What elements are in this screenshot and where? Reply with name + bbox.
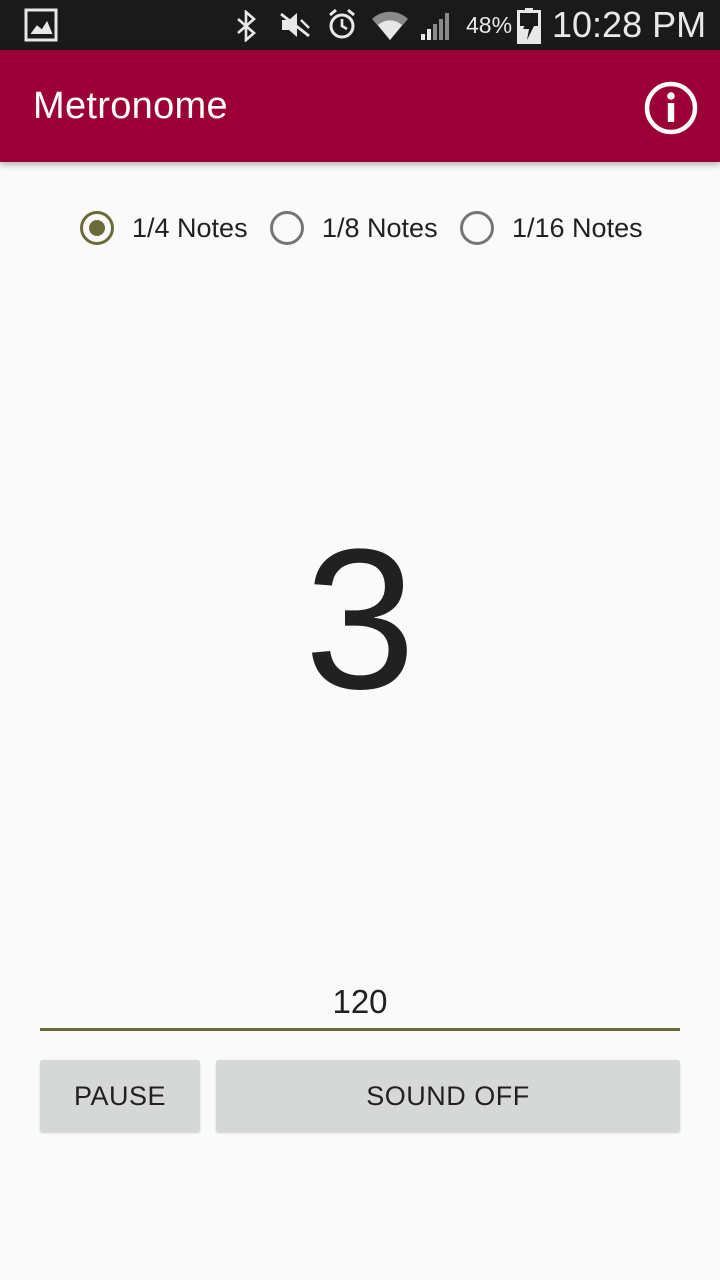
radio-sixteenth-notes[interactable]: 1/16 Notes	[460, 200, 643, 256]
radio-button-checked-icon[interactable]	[80, 211, 114, 245]
radio-label: 1/16 Notes	[512, 212, 643, 243]
signal-icon	[421, 13, 449, 40]
beat-count: 3	[304, 508, 416, 731]
pause-button[interactable]: PAUSE	[40, 1060, 200, 1132]
app-title: Metronome	[33, 85, 228, 127]
tempo-field	[40, 975, 680, 1033]
status-time: 10:28 PM	[552, 4, 707, 45]
battery-charging-icon	[517, 8, 541, 44]
radio-button-unchecked-icon[interactable]	[460, 211, 494, 245]
app-bar: Metronome	[0, 50, 720, 162]
note-value-radio-group: 1/4 Notes 1/8 Notes 1/16 Notes	[0, 200, 720, 256]
mute-icon	[280, 12, 310, 38]
radio-quarter-notes[interactable]: 1/4 Notes	[80, 200, 248, 256]
radio-label: 1/4 Notes	[132, 212, 248, 243]
sound-off-button[interactable]: SOUND OFF	[216, 1060, 680, 1132]
radio-label: 1/8 Notes	[322, 212, 438, 243]
radio-button-unchecked-icon[interactable]	[270, 211, 304, 245]
battery-percent: 48%	[466, 12, 513, 38]
info-icon[interactable]	[644, 81, 698, 135]
gallery-icon	[24, 8, 58, 42]
tempo-input[interactable]	[40, 975, 680, 1031]
status-bar: 48% 10:28 PM	[0, 0, 720, 50]
wifi-icon	[372, 11, 408, 41]
bluetooth-icon	[237, 10, 256, 42]
alarm-icon	[329, 8, 355, 39]
radio-eighth-notes[interactable]: 1/8 Notes	[270, 200, 438, 256]
